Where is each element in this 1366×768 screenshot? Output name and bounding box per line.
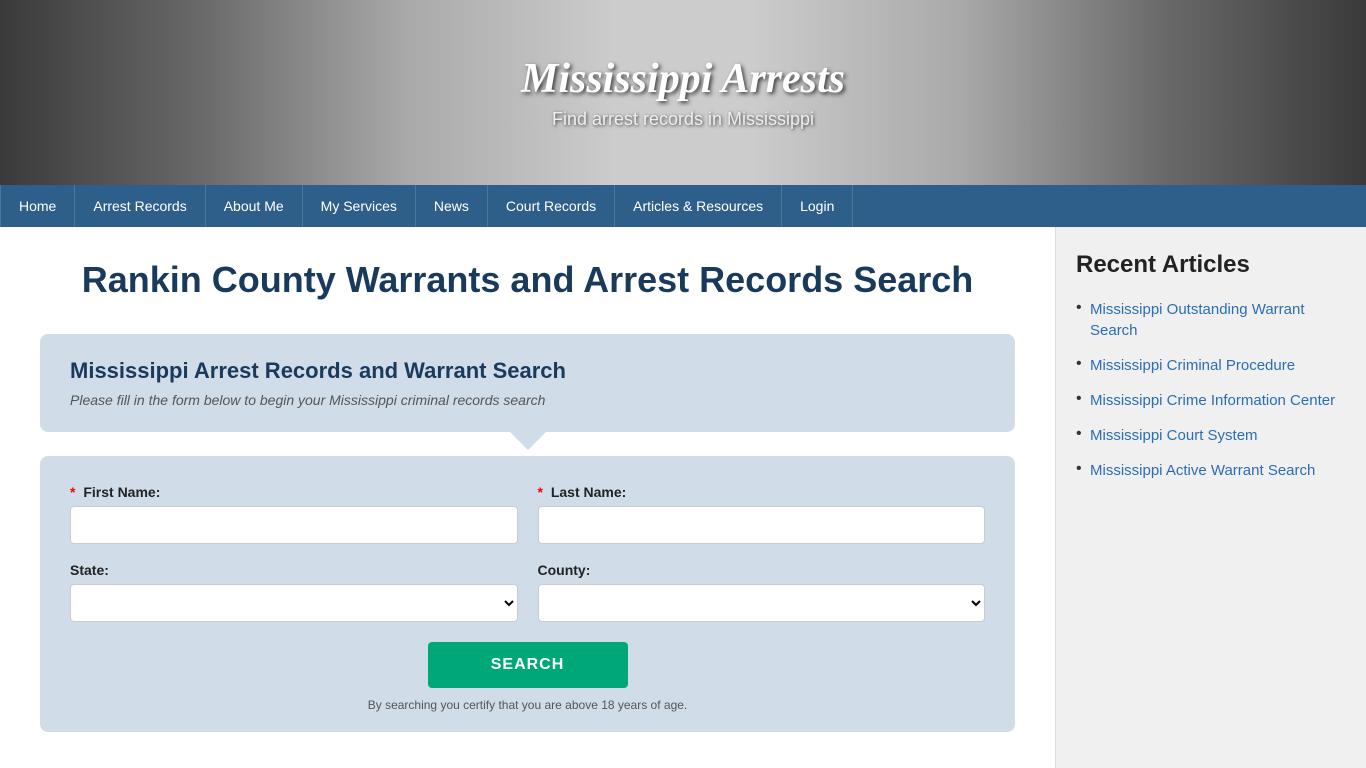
state-label: State: <box>70 562 518 578</box>
page-body: Rankin County Warrants and Arrest Record… <box>0 227 1366 768</box>
first-name-required: * <box>70 484 75 500</box>
last-name-label: * Last Name: <box>538 484 986 500</box>
nav-news[interactable]: News <box>416 185 488 227</box>
first-name-group: * First Name: <box>70 484 518 544</box>
page-title: Rankin County Warrants and Arrest Record… <box>40 257 1015 304</box>
info-box: Mississippi Arrest Records and Warrant S… <box>40 334 1015 432</box>
site-header: Mississippi Arrests Find arrest records … <box>0 0 1366 185</box>
site-title: Mississippi Arrests <box>521 55 845 103</box>
last-name-input[interactable] <box>538 506 986 544</box>
sidebar-list-item: Mississippi Crime Information Center <box>1076 390 1346 411</box>
last-name-required: * <box>538 484 543 500</box>
sidebar-article-link[interactable]: Mississippi Court System <box>1090 427 1258 444</box>
main-nav: Home Arrest Records About Me My Services… <box>0 185 1366 227</box>
sidebar-article-link[interactable]: Mississippi Crime Information Center <box>1090 392 1335 409</box>
sidebar-list-item: Mississippi Active Warrant Search <box>1076 460 1346 481</box>
sidebar-list-item: Mississippi Court System <box>1076 425 1346 446</box>
form-box-title: Mississippi Arrest Records and Warrant S… <box>70 358 985 384</box>
sidebar-title: Recent Articles <box>1076 251 1346 279</box>
county-select[interactable] <box>538 584 986 622</box>
nav-login[interactable]: Login <box>782 185 853 227</box>
nav-arrest-records[interactable]: Arrest Records <box>75 185 205 227</box>
sidebar-article-link[interactable]: Mississippi Criminal Procedure <box>1090 357 1295 374</box>
sidebar-article-link[interactable]: Mississippi Active Warrant Search <box>1090 462 1315 479</box>
form-box-subtitle: Please fill in the form below to begin y… <box>70 392 985 408</box>
county-label: County: <box>538 562 986 578</box>
nav-about-me[interactable]: About Me <box>206 185 303 227</box>
sidebar: Recent Articles Mississippi Outstanding … <box>1056 227 1366 768</box>
form-disclaimer: By searching you certify that you are ab… <box>70 698 985 712</box>
nav-my-services[interactable]: My Services <box>303 185 416 227</box>
state-group: State: <box>70 562 518 622</box>
recent-articles-list: Mississippi Outstanding Warrant Search Mi… <box>1076 299 1346 481</box>
first-name-label: * First Name: <box>70 484 518 500</box>
search-button[interactable]: SEARCH <box>428 642 628 688</box>
sidebar-article-link[interactable]: Mississippi Outstanding Warrant Search <box>1090 301 1305 339</box>
state-select[interactable] <box>70 584 518 622</box>
location-row: State: County: <box>70 562 985 622</box>
county-group: County: <box>538 562 986 622</box>
nav-court-records[interactable]: Court Records <box>488 185 615 227</box>
sidebar-list-item: Mississippi Criminal Procedure <box>1076 355 1346 376</box>
search-form: * First Name: * Last Name: State: <box>40 456 1015 732</box>
nav-articles-resources[interactable]: Articles & Resources <box>615 185 782 227</box>
site-subtitle: Find arrest records in Mississippi <box>552 109 814 130</box>
last-name-group: * Last Name: <box>538 484 986 544</box>
name-row: * First Name: * Last Name: <box>70 484 985 544</box>
nav-home[interactable]: Home <box>0 185 75 227</box>
main-content: Rankin County Warrants and Arrest Record… <box>0 227 1056 768</box>
first-name-input[interactable] <box>70 506 518 544</box>
sidebar-list-item: Mississippi Outstanding Warrant Search <box>1076 299 1346 341</box>
